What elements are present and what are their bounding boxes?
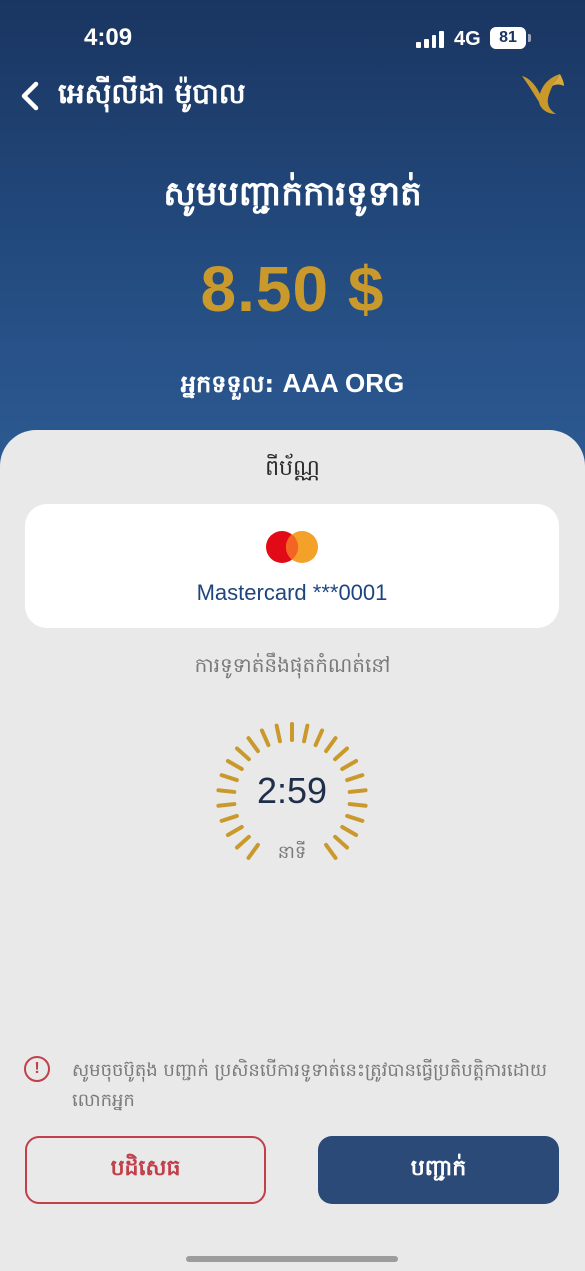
confirm-notice: ! សូមចុចប៊ូតុង បញ្ជាក់ ប្រសិនបើការទូទាត់… bbox=[24, 1056, 564, 1116]
from-card-label: ពីប័ណ្ណ bbox=[265, 456, 320, 481]
dial-tick bbox=[246, 736, 260, 754]
battery-icon: 81 bbox=[490, 27, 531, 49]
dial-tick bbox=[302, 723, 310, 744]
status-bar: 4:09 4G 81 bbox=[0, 22, 585, 58]
nav-bar: អេស៊ីលីដា ម៉ូបាល bbox=[0, 68, 585, 124]
payment-amount: 8.50 $ bbox=[200, 253, 385, 325]
mastercard-icon bbox=[266, 531, 318, 563]
dial-tick bbox=[225, 759, 244, 771]
header-panel: 4:09 4G 81 អេស៊ីលីដា ម៉ូបាល សូមបញ្ជាក់កា… bbox=[0, 0, 585, 470]
source-card[interactable]: Mastercard ***0001 bbox=[25, 504, 559, 628]
home-indicator bbox=[186, 1256, 398, 1262]
dial-tick bbox=[235, 746, 251, 762]
dial-tick bbox=[219, 813, 239, 823]
network-type: 4G bbox=[454, 28, 481, 50]
dial-tick bbox=[259, 728, 271, 748]
dial-tick bbox=[340, 759, 359, 771]
dial-tick bbox=[324, 736, 338, 754]
countdown-unit: នាទី bbox=[277, 842, 307, 863]
dial-tick bbox=[345, 813, 365, 823]
confirm-heading: សូមបញ្ជាក់ការទូទាត់ bbox=[163, 174, 422, 214]
expiry-label: ការទូទាត់នឹងផុតកំណត់នៅ bbox=[194, 653, 391, 677]
card-number: Mastercard ***0001 bbox=[196, 580, 388, 605]
app-title: អេស៊ីលីដា ម៉ូបាល bbox=[58, 77, 246, 110]
back-button[interactable] bbox=[12, 78, 48, 114]
countdown-time: 2:59 bbox=[256, 770, 328, 811]
cell-signal-icon bbox=[416, 30, 444, 48]
alert-icon: ! bbox=[24, 1056, 50, 1082]
confirm-button[interactable]: បញ្ជាក់ bbox=[318, 1136, 559, 1204]
receiver-label: អ្នកទទួល: bbox=[180, 370, 283, 398]
dial-tick bbox=[333, 746, 349, 762]
reject-button[interactable]: បដិសេធ bbox=[25, 1136, 266, 1204]
chevron-left-icon bbox=[21, 81, 39, 111]
dial-tick bbox=[313, 728, 325, 748]
dial-tick bbox=[225, 825, 244, 837]
status-time: 4:09 bbox=[84, 24, 133, 51]
dial-tick bbox=[274, 723, 282, 744]
notice-text: សូមចុចប៊ូតុង បញ្ជាក់ ប្រសិនបើការទូទាត់នេ… bbox=[72, 1060, 547, 1111]
payment-sheet: ពីប័ណ្ណ Mastercard ***0001 ការទូទាត់នឹងផ… bbox=[0, 430, 585, 1271]
receiver-info: អ្នកទទួល: AAA ORG bbox=[0, 368, 585, 404]
dial-tick bbox=[340, 825, 359, 837]
bird-logo-icon bbox=[522, 74, 564, 114]
receiver-name: AAA ORG bbox=[282, 368, 405, 398]
